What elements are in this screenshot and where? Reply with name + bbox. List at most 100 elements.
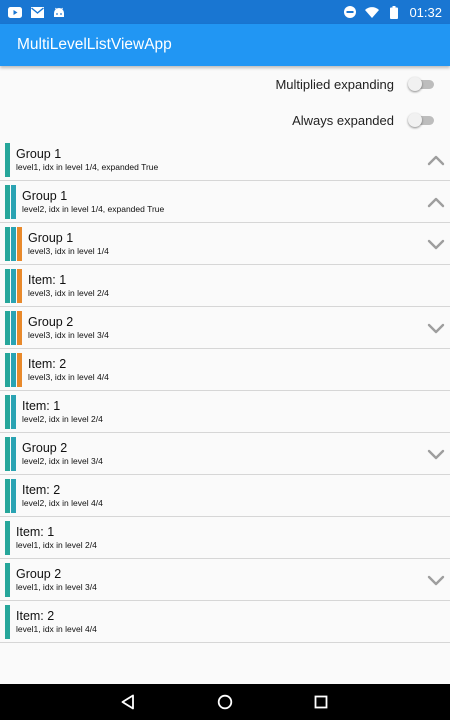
item-subtitle: level3, idx in level 3/4	[28, 329, 109, 340]
item-text: Group 1 level1, idx in level 1/4, expande…	[16, 147, 158, 173]
gmail-notification-icon	[30, 6, 44, 18]
item-text: Group 2 level3, idx in level 3/4	[28, 315, 109, 341]
level-1-bar	[5, 521, 10, 555]
level-3-bar	[17, 227, 22, 261]
group-list-item[interactable]: Group 2 level3, idx in level 3/4	[0, 307, 450, 349]
level-1-bar	[5, 311, 10, 345]
chevron-down-icon[interactable]	[427, 445, 445, 463]
item-text: Group 1 level2, idx in level 1/4, expande…	[22, 189, 164, 215]
item-title: Group 2	[22, 440, 68, 455]
level-indicator	[5, 563, 10, 597]
always-expanded-switch[interactable]	[408, 113, 434, 127]
screen: 01:32 MultiLevelListViewApp Multiplied e…	[0, 0, 450, 720]
level-2-bar	[11, 479, 16, 513]
level-1-bar	[5, 143, 10, 177]
list-item[interactable]: Item: 2 level1, idx in level 4/4	[0, 601, 450, 643]
always-expanded-setting: Always expanded	[0, 102, 450, 138]
item-subtitle: level1, idx in level 1/4, expanded True	[16, 161, 159, 172]
item-title: Item: 2	[28, 356, 67, 371]
level-3-bar	[17, 269, 22, 303]
group-list-item[interactable]: Group 1 level2, idx in level 1/4, expande…	[0, 181, 450, 223]
list-item[interactable]: Item: 2 level2, idx in level 4/4	[0, 475, 450, 517]
item-title: Item: 1	[28, 272, 67, 287]
do-not-disturb-icon	[343, 6, 357, 18]
level-2-bar	[11, 185, 16, 219]
group-list-item[interactable]: Group 1 level3, idx in level 1/4	[0, 223, 450, 265]
item-title: Group 2	[28, 314, 74, 329]
level-1-bar	[5, 227, 10, 261]
level-1-bar	[5, 437, 10, 471]
status-time: 01:32	[409, 4, 442, 20]
level-1-bar	[5, 563, 10, 597]
item-title: Item: 1	[16, 524, 55, 539]
switch-thumb	[408, 113, 422, 127]
list-item[interactable]: Item: 1 level1, idx in level 2/4	[0, 517, 450, 559]
list-item[interactable]: Item: 2 level3, idx in level 4/4	[0, 349, 450, 391]
chevron-up-icon[interactable]	[427, 193, 445, 211]
level-1-bar	[5, 605, 10, 639]
multiplied-expanding-setting: Multiplied expanding	[0, 66, 450, 102]
level-1-bar	[5, 395, 10, 429]
wifi-icon	[365, 6, 380, 18]
list-item[interactable]: Item: 1 level3, idx in level 2/4	[0, 265, 450, 307]
level-indicator	[5, 353, 22, 387]
group-list-item[interactable]: Group 1 level1, idx in level 1/4, expande…	[0, 139, 450, 181]
switch-thumb	[408, 77, 422, 91]
item-subtitle: level1, idx in level 4/4	[16, 623, 97, 634]
group-list-item[interactable]: Group 2 level1, idx in level 3/4	[0, 559, 450, 601]
level-indicator	[5, 143, 10, 177]
item-text: Item: 1 level2, idx in level 2/4	[22, 399, 103, 425]
level-1-bar	[5, 353, 10, 387]
item-text: Item: 2 level3, idx in level 4/4	[28, 357, 109, 383]
item-text: Group 2 level2, idx in level 3/4	[22, 441, 103, 467]
setting-label: Always expanded	[292, 112, 394, 128]
item-text: Item: 2 level2, idx in level 4/4	[22, 483, 103, 509]
item-title: Group 1	[28, 230, 74, 245]
chevron-down-icon[interactable]	[427, 319, 445, 337]
level-1-bar	[5, 479, 10, 513]
home-icon[interactable]	[215, 692, 235, 712]
item-subtitle: level2, idx in level 1/4, expanded True	[22, 203, 165, 214]
level-indicator	[5, 521, 10, 555]
item-title: Group 1	[16, 146, 62, 161]
level-2-bar	[11, 395, 16, 429]
level-3-bar	[17, 311, 22, 345]
item-text: Group 2 level1, idx in level 3/4	[16, 567, 97, 593]
app-title: MultiLevelListViewApp	[17, 36, 172, 53]
level-2-bar	[11, 269, 16, 303]
level-indicator	[5, 227, 22, 261]
chevron-up-icon[interactable]	[427, 151, 445, 169]
item-subtitle: level2, idx in level 3/4	[22, 455, 103, 466]
level-2-bar	[11, 311, 16, 345]
item-subtitle: level3, idx in level 1/4	[28, 245, 109, 256]
android-notification-icon	[52, 6, 66, 18]
level-2-bar	[11, 353, 16, 387]
chevron-down-icon[interactable]	[427, 235, 445, 253]
level-indicator	[5, 269, 22, 303]
item-text: Item: 1 level1, idx in level 2/4	[16, 525, 97, 551]
item-subtitle: level1, idx in level 2/4	[16, 539, 97, 550]
item-title: Group 2	[16, 566, 62, 581]
app-bar: MultiLevelListViewApp	[0, 24, 450, 66]
item-title: Item: 1	[22, 398, 61, 413]
recents-icon[interactable]	[311, 692, 331, 712]
level-2-bar	[11, 437, 16, 471]
group-list-item[interactable]: Group 2 level2, idx in level 3/4	[0, 433, 450, 475]
item-subtitle: level2, idx in level 2/4	[22, 413, 103, 424]
navigation-bar	[0, 684, 450, 720]
multiplied-expanding-switch[interactable]	[408, 77, 434, 91]
back-icon[interactable]	[118, 692, 138, 712]
chevron-down-icon[interactable]	[427, 571, 445, 589]
multi-level-list: Group 1 level1, idx in level 1/4, expande…	[0, 139, 450, 643]
item-subtitle: level1, idx in level 3/4	[16, 581, 97, 592]
item-text: Item: 2 level1, idx in level 4/4	[16, 609, 97, 635]
level-indicator	[5, 311, 22, 345]
level-1-bar	[5, 269, 10, 303]
list-item[interactable]: Item: 1 level2, idx in level 2/4	[0, 391, 450, 433]
level-1-bar	[5, 185, 10, 219]
item-title: Item: 2	[22, 482, 61, 497]
item-text: Group 1 level3, idx in level 1/4	[28, 231, 109, 257]
youtube-notification-icon	[8, 6, 22, 18]
level-indicator	[5, 395, 16, 429]
item-title: Item: 2	[16, 608, 55, 623]
